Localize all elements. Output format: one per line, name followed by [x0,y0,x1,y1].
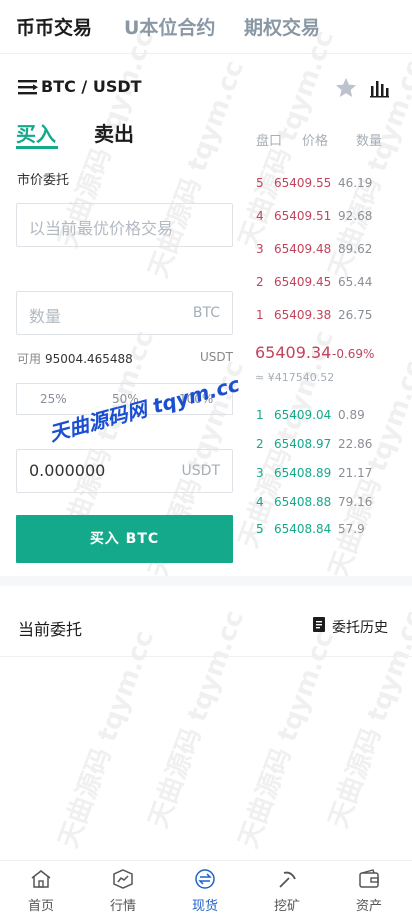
price-input[interactable]: 以当前最优价格交易 [16,203,233,247]
nav-mining[interactable]: 挖矿 [246,861,328,915]
bid-row[interactable]: 2 65408.97 22.86 [256,437,372,455]
menu-icon[interactable] [18,78,38,96]
star-icon[interactable] [334,76,358,100]
price-placeholder: 以当前最优价格交易 [29,219,174,238]
price-change-percent: -0.69% [332,347,375,361]
nav-home[interactable]: 首页 [0,861,82,915]
pair-header: BTC / USDT [0,64,412,110]
order-type-select[interactable]: 市价委托 [17,169,69,188]
top-tab-bar: 币币交易 U本位合约 期权交易 [0,0,412,54]
buy-button[interactable]: 买入 BTC [16,515,233,563]
open-orders-title: 当前委托 [18,620,83,639]
nav-markets[interactable]: 行情 [82,861,164,915]
ask-row[interactable]: 1 65409.38 26.75 [256,308,372,326]
kline-chart-icon[interactable] [368,77,390,99]
pair-name[interactable]: BTC / USDT [41,77,142,96]
markets-icon [113,869,133,889]
order-history-link[interactable]: 委托历史 [332,617,388,637]
available-balance: 可用 95004.465488 USDT [17,350,233,366]
document-icon[interactable] [313,617,325,632]
total-unit: USDT [181,463,220,479]
pickaxe-icon [279,871,296,888]
amount-input[interactable]: 数量 BTC [16,291,233,335]
ask-row[interactable]: 5 65409.55 46.19 [256,176,372,194]
open-orders-header: 当前委托 委托历史 [0,587,412,657]
last-price: 65409.34 [255,343,332,362]
nav-spot[interactable]: 现货 [164,861,246,915]
orderbook-header-depth: 盘口 [256,134,283,149]
tab-spot-trading[interactable]: 币币交易 [16,13,92,40]
section-divider [0,576,412,586]
tab-usdt-futures[interactable]: U本位合约 [124,13,215,40]
bid-row[interactable]: 5 65408.84 57.9 [256,522,365,540]
bid-row[interactable]: 4 65408.88 79.16 [256,495,372,513]
amount-placeholder: 数量 [29,307,62,326]
bid-row[interactable]: 3 65408.89 21.17 [256,466,372,484]
home-icon [31,870,51,888]
ask-row[interactable]: 2 65409.45 65.44 [256,275,372,293]
amount-unit: BTC [192,305,220,321]
wallet-icon [359,869,379,888]
total-value: 0.000000 [29,461,106,480]
orderbook-header-price: 价格 [302,134,329,149]
tab-sell[interactable]: 卖出 [94,118,134,147]
nav-assets[interactable]: 资产 [328,861,410,915]
watermark: 天曲源码 tqym.cc [233,626,341,853]
orderbook-header-qty: 数量 [356,134,383,149]
exchange-icon [195,869,215,889]
tab-buy[interactable]: 买入 [16,118,56,147]
total-input[interactable]: 0.000000 USDT [16,449,233,493]
watermark: 天曲源码 tqym.cc [53,626,161,853]
bottom-nav: 首页 行情 现货 挖矿 资产 [0,860,412,915]
ask-row[interactable]: 4 65409.51 92.68 [256,209,372,227]
bid-row[interactable]: 1 65409.04 0.89 [256,408,365,426]
ask-row[interactable]: 3 65409.48 89.62 [256,242,372,260]
percent-25-button[interactable]: 25% [40,392,67,406]
tab-options[interactable]: 期权交易 [244,13,320,40]
fiat-price: ≈ ¥417540.52 [255,371,335,384]
active-tab-underline [16,146,58,149]
